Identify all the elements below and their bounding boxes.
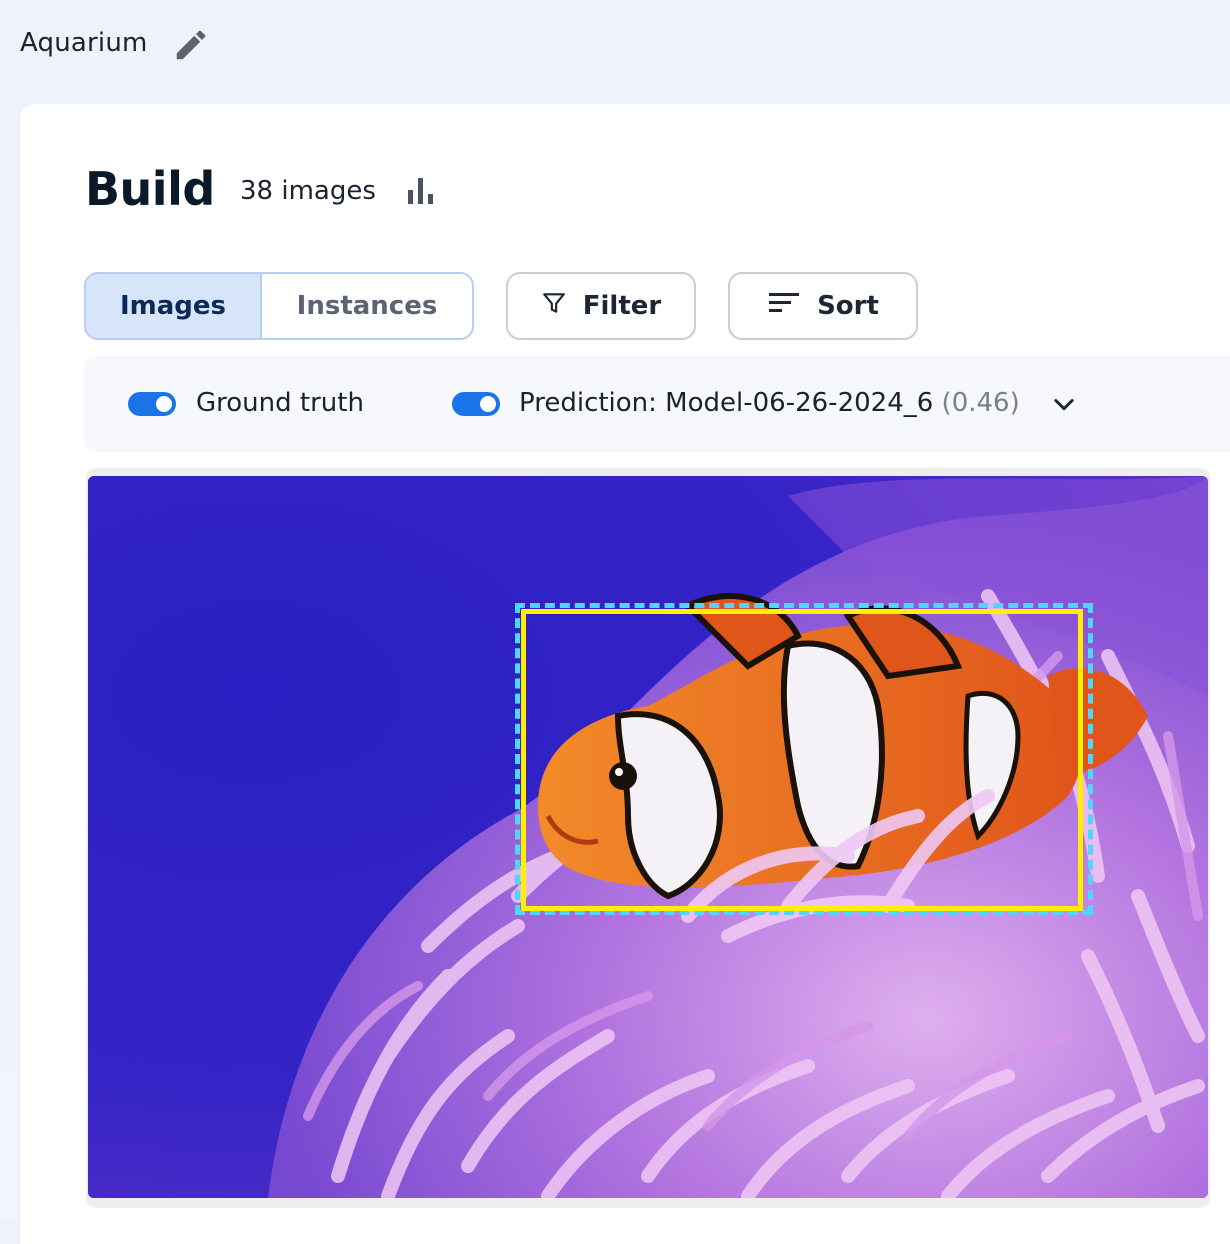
chevron-down-icon[interactable] [1050,390,1078,418]
tab-images[interactable]: Images [86,274,262,338]
prediction-score: (0.46) [941,388,1020,418]
prediction-model-name: Prediction: Model-06-26-2024_6 [519,388,934,418]
project-name: Aquarium [20,28,148,58]
view-toggle: Images Instances [84,272,474,340]
clownfish-anemone-image [88,476,1208,1198]
top-bar: Aquarium [0,0,1230,100]
bar-chart-icon[interactable] [404,172,440,208]
prediction-label: Prediction: Model-06-26-2024_6 (0.46) [519,388,1020,418]
tab-instances[interactable]: Instances [262,274,472,338]
ground-truth-label: Ground truth [196,388,364,418]
ground-truth-toggle[interactable] [128,392,176,416]
filter-button[interactable]: Filter [506,272,696,340]
annotation-toggles: Ground truth Prediction: Model-06-26-202… [84,356,1230,452]
image-count: 38 images [240,176,376,206]
filter-label: Filter [582,291,662,321]
image-preview[interactable] [88,476,1208,1198]
prediction-toggle[interactable] [452,392,500,416]
sort-button[interactable]: Sort [728,272,918,340]
filter-icon [541,290,567,323]
page-title: Build [85,162,215,216]
sort-icon [767,290,801,323]
build-panel: Build 38 images Images Instances Filter … [20,104,1230,1244]
sort-label: Sort [817,291,879,321]
pencil-icon[interactable] [172,26,210,64]
